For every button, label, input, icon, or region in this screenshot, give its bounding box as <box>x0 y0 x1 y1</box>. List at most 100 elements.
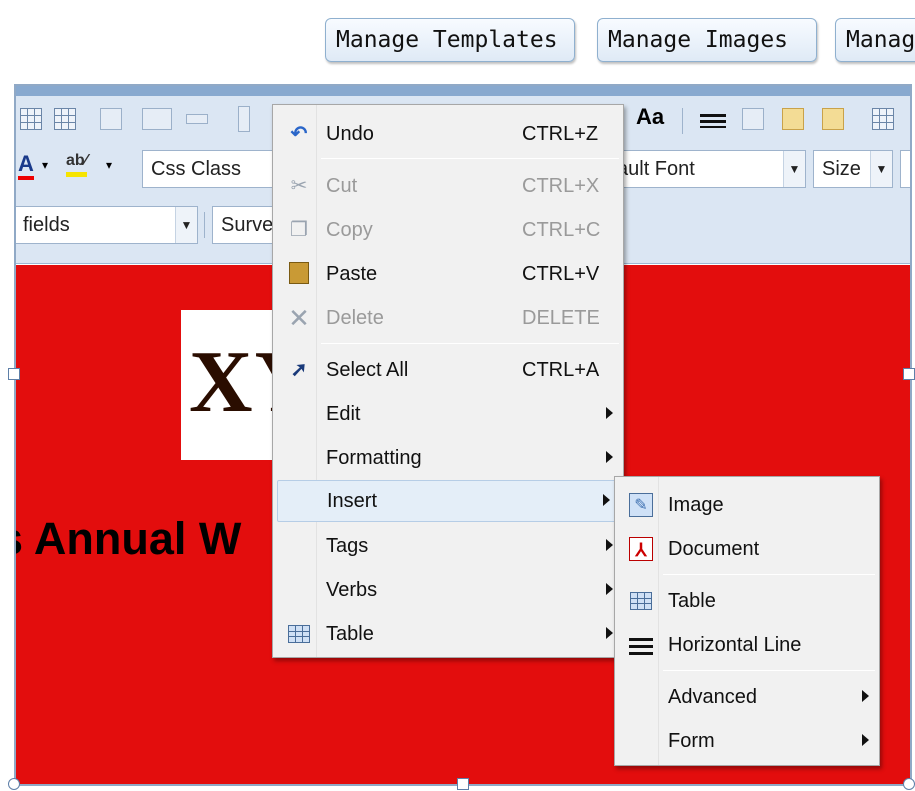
menu-item-shortcut: CTRL+V <box>522 263 600 285</box>
table-icon <box>629 589 653 613</box>
select-all-icon: ➚ <box>290 359 308 381</box>
editor-screen: Manage Templates Manage Images Manage Aa <box>0 0 915 791</box>
menu-item-label: Formatting <box>326 447 422 469</box>
menu-item-undo[interactable]: ↶ Undo CTRL+Z <box>275 114 621 154</box>
menu-item-insert[interactable]: Insert <box>277 480 619 522</box>
menu-item-tags[interactable]: Tags <box>275 526 621 566</box>
menu-item-label: Delete <box>326 307 384 329</box>
menu-item-label: Advanced <box>668 686 757 708</box>
css-class-dropdown[interactable]: Css Class <box>142 150 292 188</box>
menu-item-label: Paste <box>326 263 378 285</box>
menu-item-label: Verbs <box>326 579 378 601</box>
submenu-arrow-icon <box>606 539 613 551</box>
menu-item-label: Copy <box>326 219 373 241</box>
manage-images-button[interactable]: Manage Images <box>597 18 817 62</box>
send-backward-icon[interactable] <box>822 108 844 130</box>
undo-icon: ↶ <box>290 123 308 145</box>
menu-item-edit[interactable]: Edit <box>275 394 621 434</box>
submenu-arrow-icon <box>603 494 610 506</box>
submenu-arrow-icon <box>606 451 613 463</box>
content-headline: s Annual W <box>14 513 242 564</box>
manage-button-partial[interactable]: Manage <box>835 18 915 62</box>
resize-handle[interactable] <box>457 778 469 790</box>
horizontal-rule-icon[interactable] <box>700 114 726 128</box>
menu-item-shortcut: CTRL+A <box>522 359 600 381</box>
horizontal-line-icon <box>629 633 653 657</box>
highlight-color-icon[interactable]: ab⁄ <box>66 150 88 177</box>
submenu-arrow-icon <box>606 407 613 419</box>
image-icon: ✎ <box>629 493 653 517</box>
chevron-down-icon: ▼ <box>175 207 197 243</box>
page-properties-icon[interactable] <box>742 108 764 130</box>
resize-handle[interactable] <box>8 778 20 790</box>
insert-table-icon[interactable] <box>20 108 42 130</box>
fields-value: fields <box>23 214 70 236</box>
menu-item-shortcut: CTRL+Z <box>522 123 599 145</box>
bring-forward-icon[interactable] <box>782 108 804 130</box>
insert-column-icon[interactable] <box>142 108 172 130</box>
resize-handle[interactable] <box>903 778 915 790</box>
table-properties-icon[interactable] <box>54 108 76 130</box>
resize-handle[interactable] <box>903 368 915 380</box>
show-grid-icon[interactable] <box>872 108 894 130</box>
insert-submenu: ✎ Image ⅄ Document Table Horizontal Line… <box>614 476 880 766</box>
submenu-arrow-icon <box>862 690 869 702</box>
delete-column-icon[interactable] <box>238 106 250 132</box>
menu-item-label: Form <box>668 730 715 752</box>
menu-item-shortcut: CTRL+X <box>522 175 600 197</box>
menu-item-verbs[interactable]: Verbs <box>275 570 621 610</box>
menu-item-select-all[interactable]: ➚ Select All CTRL+A <box>275 350 621 390</box>
menu-separator <box>321 343 619 344</box>
context-menu: ↶ Undo CTRL+Z ✂ Cut CTRL+X ❐ Copy CTRL+C… <box>272 104 624 658</box>
submenu-arrow-icon <box>862 734 869 746</box>
toolbar-separator <box>204 212 205 238</box>
copy-icon: ❐ <box>290 219 308 241</box>
submenu-item-table[interactable]: Table <box>617 581 877 621</box>
menu-item-label: Table <box>668 590 716 612</box>
chevron-down-icon: ▼ <box>870 151 892 187</box>
menu-item-label: Select All <box>326 359 409 381</box>
menu-item-label: Image <box>668 494 724 516</box>
css-class-value: Css Class <box>151 158 242 180</box>
font-size-value: Size <box>822 158 861 180</box>
chevron-down-icon[interactable]: ▾ <box>106 158 112 172</box>
menu-item-shortcut: CTRL+C <box>522 219 601 241</box>
submenu-item-horizontal-line[interactable]: Horizontal Line <box>617 625 877 665</box>
partial-dropdown[interactable] <box>900 150 910 188</box>
menu-item-copy[interactable]: ❐ Copy CTRL+C <box>275 210 621 250</box>
menu-item-table[interactable]: Table <box>275 614 621 654</box>
menu-item-label: Cut <box>326 175 358 197</box>
menu-item-formatting[interactable]: Formatting <box>275 438 621 478</box>
delete-row-icon[interactable] <box>186 114 208 124</box>
fields-dropdown[interactable]: fields ▼ <box>16 206 198 244</box>
menu-separator <box>321 158 619 159</box>
menu-item-label: Document <box>668 538 760 560</box>
menu-item-label: Edit <box>326 403 361 425</box>
menu-separator <box>663 574 875 575</box>
resize-handle[interactable] <box>8 368 20 380</box>
toolbar-separator <box>682 108 683 134</box>
menu-item-paste[interactable]: Paste CTRL+V <box>275 254 621 294</box>
menu-item-label: Insert <box>327 490 378 512</box>
survey-value: Surve <box>221 214 274 236</box>
chevron-down-icon[interactable]: ▾ <box>42 158 48 172</box>
paste-icon <box>289 262 309 284</box>
menu-item-label: Undo <box>326 123 374 145</box>
menu-item-label: Horizontal Line <box>668 634 802 656</box>
case-change-icon[interactable]: Aa <box>636 104 664 130</box>
submenu-item-document[interactable]: ⅄ Document <box>617 529 877 569</box>
submenu-item-image[interactable]: ✎ Image <box>617 485 877 525</box>
menu-item-delete[interactable]: ✕ Delete DELETE <box>275 298 621 338</box>
menu-item-shortcut: DELETE <box>522 307 600 329</box>
manage-templates-button[interactable]: Manage Templates <box>325 18 575 62</box>
font-family-value: ault Font <box>617 158 695 180</box>
submenu-item-form[interactable]: Form <box>617 721 877 761</box>
menu-separator <box>663 670 875 671</box>
submenu-item-advanced[interactable]: Advanced <box>617 677 877 717</box>
font-size-dropdown[interactable]: Size ▼ <box>813 150 893 188</box>
insert-row-icon[interactable] <box>100 108 122 130</box>
font-color-icon[interactable]: A <box>18 152 34 180</box>
menu-item-cut[interactable]: ✂ Cut CTRL+X <box>275 166 621 206</box>
font-family-dropdown[interactable]: ault Font ▼ <box>612 150 806 188</box>
chevron-down-icon: ▼ <box>783 151 805 187</box>
